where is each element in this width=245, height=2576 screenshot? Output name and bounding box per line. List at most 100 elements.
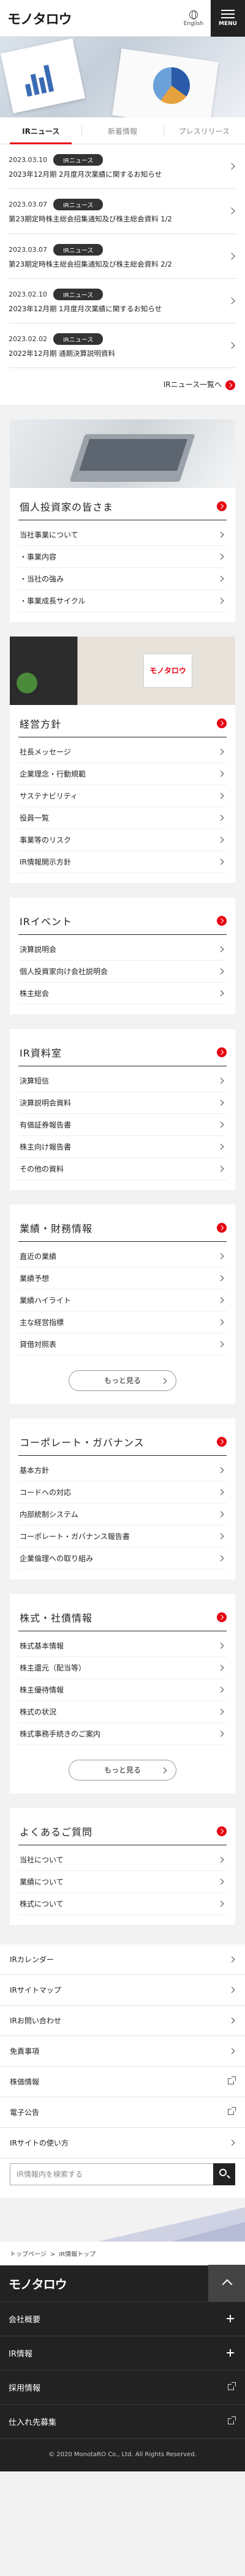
card-link[interactable]: 直近の業績 xyxy=(18,1246,227,1268)
news-item[interactable]: 2023.02.02 IRニュース 2022年12月期 通期決算説明資料 xyxy=(9,323,236,369)
card-link[interactable]: 内部統制システム xyxy=(18,1504,227,1526)
card-heading[interactable]: 株式・社債情報 xyxy=(18,1594,227,1631)
news-item[interactable]: 2023.03.07 IRニュース 第23期定時株主総会招集通知及び株主総会資料 … xyxy=(9,189,236,234)
link-stock-price[interactable]: 株価情報 xyxy=(0,2066,245,2097)
card-link[interactable]: 株式の状況 xyxy=(18,1701,227,1723)
card-link[interactable]: 企業倫理への取り組み xyxy=(18,1548,227,1570)
footer-row-label: IR情報 xyxy=(9,2349,32,2359)
link-ir-calendar[interactable]: IRカレンダー xyxy=(0,1944,245,1975)
card-title: IRイベント xyxy=(20,915,72,928)
news-date: 2023.03.07 xyxy=(9,245,47,254)
language-label: English xyxy=(183,20,204,27)
news-date: 2023.03.07 xyxy=(9,201,47,209)
card-link[interactable]: IR情報開示方針 xyxy=(18,851,227,873)
card-link[interactable]: 業績について xyxy=(18,1871,227,1893)
card-link[interactable]: 株主還元（配当等） xyxy=(18,1657,227,1679)
chevron-right-icon xyxy=(228,207,235,215)
menu-button[interactable]: MENU xyxy=(211,0,245,37)
card-link[interactable]: 貸借対照表 xyxy=(18,1334,227,1356)
card-link[interactable]: 業績ハイライト xyxy=(18,1290,227,1312)
card-link[interactable]: 基本方針 xyxy=(18,1460,227,1482)
card-heading[interactable]: IR資料室 xyxy=(18,1029,227,1066)
search-input[interactable] xyxy=(10,2163,213,2185)
link-electronic-notice[interactable]: 電子公告 xyxy=(0,2097,245,2128)
card-link[interactable]: 当社事業について xyxy=(18,524,227,546)
card-link[interactable]: 主な経営指標 xyxy=(18,1312,227,1334)
arrow-circle-icon xyxy=(217,718,227,728)
hero-image xyxy=(0,37,245,117)
card-heading[interactable]: 経営方針 xyxy=(18,705,227,737)
card-heading[interactable]: 個人投資家の皆さま xyxy=(18,488,227,520)
card-link[interactable]: 企業理念・行動規範 xyxy=(18,763,227,785)
stock-more-button[interactable]: もっと見る xyxy=(69,1759,176,1781)
card-link[interactable]: コードへの対応 xyxy=(18,1482,227,1504)
office-sign: モノタロウ xyxy=(143,653,192,688)
footer-logo[interactable]: モノタロウ xyxy=(9,2275,67,2292)
chevron-right-icon xyxy=(217,1664,224,1671)
tab-ir-news[interactable]: IRニュース xyxy=(0,117,81,144)
card-link[interactable]: 個人投資家向け会社説明会 xyxy=(18,961,227,983)
chevron-right-icon xyxy=(217,1533,224,1540)
chevron-right-icon xyxy=(217,990,224,997)
card-link[interactable]: 役員一覧 xyxy=(18,807,227,829)
card-link[interactable]: 決算説明会資料 xyxy=(18,1092,227,1114)
footer-ir-info[interactable]: IR情報 xyxy=(0,2336,245,2371)
breadcrumb-separator: > xyxy=(50,2251,56,2258)
card-link[interactable]: サステナビリティ xyxy=(18,785,227,807)
news-item[interactable]: 2023.03.10 IRニュース 2023年12月期 2月度月次業績に関するお知… xyxy=(9,144,236,190)
news-item[interactable]: 2023.02.10 IRニュース 2023年12月期 1月度月次業績に関するお知… xyxy=(9,279,236,323)
news-more-link[interactable]: IRニュース一覧へ xyxy=(164,380,235,390)
card-link-label: 株式事務手続きのご案内 xyxy=(20,1729,101,1738)
footer-row-label: 仕入れ先募集 xyxy=(9,2418,57,2427)
news-date: 2023.03.10 xyxy=(9,156,47,164)
link-ir-sitemap[interactable]: IRサイトマップ xyxy=(0,1974,245,2006)
arrow-circle-icon xyxy=(225,380,235,390)
card-link[interactable]: ・事業内容 xyxy=(18,546,227,568)
card-link[interactable]: 株式事務手続きのご案内 xyxy=(18,1723,227,1745)
finance-more-button[interactable]: もっと見る xyxy=(69,1370,176,1391)
card-link[interactable]: 株式について xyxy=(18,1893,227,1915)
card-link[interactable]: 事業等のリスク xyxy=(18,829,227,851)
card-link-label: 株式基本情報 xyxy=(20,1641,64,1650)
card-link[interactable]: 当社について xyxy=(18,1849,227,1871)
card-link[interactable]: 株式基本情報 xyxy=(18,1635,227,1657)
footer-supplier[interactable]: 仕入れ先募集 xyxy=(0,2405,245,2439)
card-link-label: IR情報開示方針 xyxy=(20,857,71,866)
card-link[interactable]: ・当社の強み xyxy=(18,568,227,590)
card-link[interactable]: コーポレート・ガバナンス報告書 xyxy=(18,1526,227,1548)
card-link[interactable]: 決算説明会 xyxy=(18,939,227,961)
card-heading[interactable]: IRイベント xyxy=(18,898,227,935)
news-item[interactable]: 2023.03.07 IRニュース 第23期定時株主総会招集通知及び株主総会資料 … xyxy=(9,234,236,279)
card-link[interactable]: 社長メッセージ xyxy=(18,741,227,763)
site-logo[interactable]: モノタロウ xyxy=(7,9,72,28)
link-label: 株価情報 xyxy=(10,2077,40,2086)
card-link[interactable]: 株主優待情報 xyxy=(18,1679,227,1701)
language-button[interactable]: English xyxy=(179,6,208,31)
link-disclaimer[interactable]: 免責事項 xyxy=(0,2035,245,2067)
card-financial-info: 業績・財務情報 直近の業績 業績予想 業績ハイライト 主な経営指標 貸借対照表 … xyxy=(10,1204,235,1404)
chevron-right-icon xyxy=(217,1297,224,1304)
arrow-circle-icon xyxy=(217,1612,227,1622)
card-link[interactable]: 業績予想 xyxy=(18,1268,227,1290)
tab-press-release[interactable]: プレスリリース xyxy=(163,117,245,144)
footer-recruit[interactable]: 採用情報 xyxy=(0,2371,245,2405)
back-to-top-button[interactable] xyxy=(208,2265,245,2302)
card-link-label: 当社事業について xyxy=(20,530,78,539)
card-link[interactable]: 株主総会 xyxy=(18,983,227,1005)
link-site-usage[interactable]: IRサイトの使い方 xyxy=(0,2127,245,2158)
card-link-label: 有価証券報告書 xyxy=(20,1120,72,1129)
card-heading[interactable]: コーポレート・ガバナンス xyxy=(18,1419,227,1456)
card-link[interactable]: 決算短信 xyxy=(18,1070,227,1092)
card-heading[interactable]: よくあるご質問 xyxy=(18,1808,227,1845)
card-link[interactable]: 有価証券報告書 xyxy=(18,1114,227,1136)
footer-company-overview[interactable]: 会社概要 xyxy=(0,2302,245,2336)
breadcrumb-home[interactable]: トップページ xyxy=(10,2251,47,2258)
link-ir-contact[interactable]: IRお問い合わせ xyxy=(0,2005,245,2036)
card-heading[interactable]: 業績・財務情報 xyxy=(18,1205,227,1242)
card-link-label: 個人投資家向け会社説明会 xyxy=(20,967,108,976)
card-link[interactable]: ・事業成長サイクル xyxy=(18,590,227,612)
card-link[interactable]: その他の資料 xyxy=(18,1158,227,1180)
search-button[interactable] xyxy=(213,2163,235,2185)
tab-new-info[interactable]: 新着情報 xyxy=(81,117,163,144)
card-link[interactable]: 株主向け報告書 xyxy=(18,1136,227,1158)
